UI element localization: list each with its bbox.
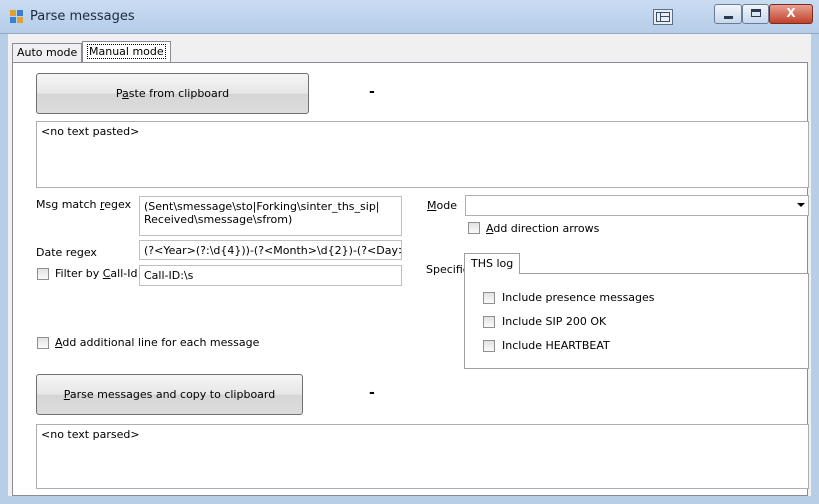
include-sip200-checkbox[interactable]: [483, 316, 495, 328]
filter-callid-label-pre: Filter by: [55, 267, 103, 280]
msg-match-label: Msg match regex: [36, 198, 131, 211]
include-sip200-label: Include SIP 200 OK: [502, 315, 607, 328]
mode-select[interactable]: [465, 195, 809, 216]
window-title: Parse messages: [30, 9, 135, 24]
layout-toggle-icon[interactable]: [653, 9, 673, 25]
paste-status: -: [369, 84, 375, 100]
tab-auto-mode-label: Auto mode: [17, 46, 78, 59]
parsed-text-box[interactable]: <no text parsed>: [36, 424, 809, 489]
tab-auto-mode[interactable]: Auto mode: [12, 43, 83, 62]
mode-label-post: ode: [436, 199, 457, 212]
add-line-label-post: dd additional line for each message: [62, 336, 260, 349]
tab-ths-log[interactable]: THS log: [464, 253, 521, 274]
minimize-icon[interactable]: [714, 4, 742, 24]
specific-label: Specific: [426, 263, 469, 276]
maximize-icon[interactable]: [742, 4, 769, 24]
add-direction-label: Add direction arrows: [486, 222, 599, 235]
date-regex-label: Date regex: [36, 246, 97, 259]
chevron-down-icon: [797, 203, 805, 207]
date-regex-input[interactable]: (?<Year>(?:\d{4}))-(?<Month>\d{2})-(?<Da…: [139, 240, 402, 260]
include-heartbeat-checkbox[interactable]: [483, 340, 495, 352]
mode-label: Mode: [427, 199, 457, 212]
pasted-text-box[interactable]: <no text pasted>: [36, 121, 809, 188]
msg-match-label-pre: Msg match: [36, 198, 100, 211]
parse-button-label-post: arse messages and copy to clipboard: [69, 388, 276, 401]
close-icon[interactable]: X: [769, 4, 813, 24]
window-frame-left: [0, 34, 8, 504]
msg-match-regex-input[interactable]: (Sent\smessage\sto|Forking\sinter_ths_si…: [139, 196, 402, 236]
add-additional-line-label: Add additional line for each message: [55, 336, 259, 349]
window-frame-right: [811, 34, 819, 504]
mode-label-accel: M: [427, 199, 437, 212]
add-direction-label-post: dd direction arrows: [493, 222, 600, 235]
paste-from-clipboard-button[interactable]: Paste from clipboard: [36, 73, 309, 114]
tab-manual-mode-label: Manual mode: [87, 44, 166, 59]
include-presence-label: Include presence messages: [502, 291, 655, 304]
include-heartbeat-label: Include HEARTBEAT: [502, 339, 610, 352]
paste-button-label-post: ste from clipboard: [128, 87, 230, 100]
app-icon: [10, 10, 23, 23]
callid-input[interactable]: Call-ID:\s: [139, 265, 402, 286]
add-direction-checkbox[interactable]: [468, 222, 480, 234]
mode-select-value: [466, 196, 470, 209]
msg-match-label-post: egex: [104, 198, 132, 211]
include-presence-checkbox[interactable]: [483, 292, 495, 304]
filter-callid-checkbox[interactable]: [37, 268, 49, 280]
parse-and-copy-button[interactable]: Parse messages and copy to clipboard: [36, 374, 303, 415]
tab-manual-mode[interactable]: Manual mode: [82, 41, 171, 63]
parse-status: -: [369, 385, 375, 401]
filter-callid-label: Filter by Call-Id: [55, 267, 137, 280]
window-frame-bottom: [0, 496, 819, 504]
add-additional-line-checkbox[interactable]: [37, 337, 49, 349]
paste-button-label-accel: a: [122, 87, 129, 100]
filter-callid-label-post: all-Id: [110, 267, 138, 280]
